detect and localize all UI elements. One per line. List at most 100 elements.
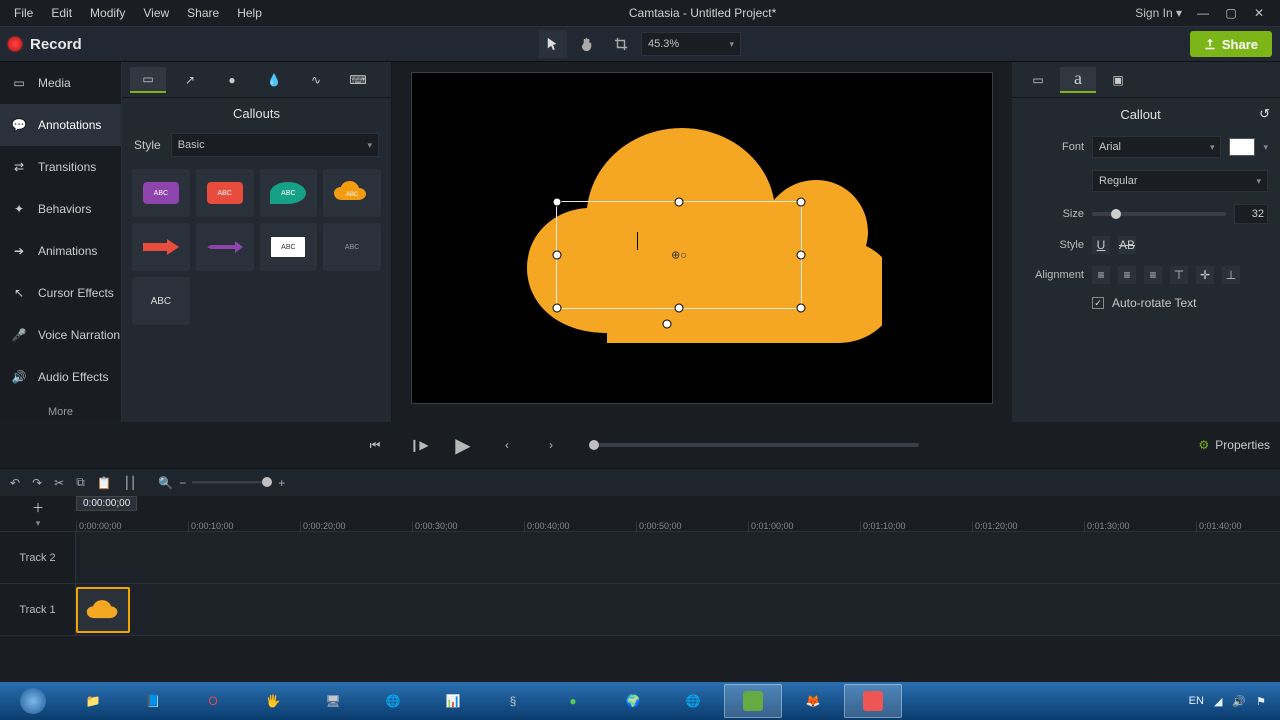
sidebar-item-cursor-effects[interactable]: ↖Cursor Effects [0, 272, 121, 314]
select-tool-icon[interactable] [539, 30, 567, 58]
menu-view[interactable]: View [135, 2, 177, 24]
sidebar-item-annotations[interactable]: 💬Annotations [0, 104, 121, 146]
taskbar-firefox-icon[interactable]: 🦊 [784, 684, 842, 718]
color-dropdown-icon[interactable]: ▾ [1263, 142, 1268, 153]
start-button[interactable] [4, 684, 62, 718]
taskbar-app-4-icon[interactable]: 📊 [424, 684, 482, 718]
taskbar-opera-icon[interactable]: O [184, 684, 242, 718]
shape-tab-icon[interactable]: ● [214, 67, 250, 93]
close-icon[interactable]: ✕ [1252, 6, 1266, 20]
timeline-zoom-slider[interactable] [192, 481, 272, 484]
sign-in-link[interactable]: Sign In ▾ [1135, 6, 1182, 20]
menu-file[interactable]: File [6, 2, 41, 24]
taskbar-app-7-icon[interactable]: 🌍 [604, 684, 662, 718]
size-slider[interactable] [1092, 212, 1226, 216]
align-right-button[interactable]: ≡ [1144, 266, 1162, 284]
track-1-label[interactable]: Track 1 [0, 584, 76, 635]
playback-slider[interactable] [589, 443, 919, 447]
callout-tab-icon[interactable]: ▭ [130, 67, 166, 93]
menu-modify[interactable]: Modify [82, 2, 133, 24]
taskbar-app-2-icon[interactable]: 🖐 [244, 684, 302, 718]
callout-thumb-3[interactable]: ABC [260, 169, 318, 217]
paste-button[interactable]: 📋 [97, 476, 112, 490]
menu-help[interactable]: Help [229, 2, 270, 24]
size-input[interactable] [1234, 204, 1268, 224]
sketch-tab-icon[interactable]: ∿ [298, 67, 334, 93]
reset-icon[interactable]: ↺ [1259, 106, 1270, 122]
tray-sound-icon[interactable]: 🔊 [1232, 695, 1246, 708]
taskbar-explorer-icon[interactable]: 📁 [64, 684, 122, 718]
track-1-lane[interactable] [76, 584, 1280, 635]
sidebar-item-behaviors[interactable]: ✦Behaviors [0, 188, 121, 230]
sidebar-item-media[interactable]: ▭Media [0, 62, 121, 104]
arrow-tab-icon[interactable]: ↗ [172, 67, 208, 93]
sidebar-item-audio-effects[interactable]: 🔊Audio Effects [0, 356, 121, 398]
align-left-button[interactable]: ≡ [1092, 266, 1110, 284]
taskbar-app-5-icon[interactable]: § [484, 684, 542, 718]
zoom-find-icon[interactable]: 🔍 [158, 476, 173, 490]
align-middle-button[interactable]: ✛ [1196, 266, 1214, 284]
next-marker-button[interactable]: › [537, 431, 565, 459]
properties-button[interactable]: ⚙Properties [1199, 438, 1270, 452]
align-center-button[interactable]: ≡ [1118, 266, 1136, 284]
zoom-select[interactable]: 45.3%▾ [641, 32, 741, 56]
keystroke-tab-icon[interactable]: ⌨ [340, 67, 376, 93]
canvas[interactable]: ⊕○ [411, 72, 993, 404]
taskbar-app-6-icon[interactable]: ● [544, 684, 602, 718]
redo-button[interactable]: ↷ [32, 476, 42, 490]
taskbar-app-8-icon[interactable]: 🌐 [664, 684, 722, 718]
callout-thumb-7[interactable]: ABC [260, 223, 318, 271]
prev-marker-button[interactable]: ‹ [493, 431, 521, 459]
copy-button[interactable]: ⧉ [76, 475, 85, 490]
zoom-out-button[interactable]: − [179, 476, 186, 490]
align-top-button[interactable]: ⊤ [1170, 266, 1188, 284]
style-select[interactable]: Basic▾ [171, 133, 379, 157]
pan-tool-icon[interactable] [573, 30, 601, 58]
sidebar-item-transitions[interactable]: ⇄Transitions [0, 146, 121, 188]
callout-thumb-5[interactable] [132, 223, 190, 271]
undo-button[interactable]: ↶ [10, 476, 20, 490]
prev-frame-button[interactable]: ⏮ [361, 431, 389, 459]
taskbar-lang[interactable]: EN [1189, 695, 1204, 707]
font-style-select[interactable]: Regular▾ [1092, 170, 1268, 192]
callout-thumb-1[interactable]: ABC [132, 169, 190, 217]
callout-thumb-8[interactable]: ABC [323, 223, 381, 271]
play-button[interactable]: ▶ [449, 431, 477, 459]
time-ruler[interactable]: 0:00:00;000:00:10;000:00:20;000:00:30;00… [76, 496, 1280, 531]
sidebar-item-animations[interactable]: ➔Animations [0, 230, 121, 272]
maximize-icon[interactable]: ▢ [1224, 6, 1238, 20]
minimize-icon[interactable]: — [1196, 6, 1210, 20]
callout-thumb-4[interactable]: ABC [323, 169, 381, 217]
taskbar-app-3-icon[interactable]: 🖥 [304, 684, 362, 718]
taskbar-app-1-icon[interactable]: 📘 [124, 684, 182, 718]
track-2-lane[interactable] [76, 532, 1280, 583]
align-bottom-button[interactable]: ⊥ [1222, 266, 1240, 284]
callout-thumb-6[interactable] [196, 223, 254, 271]
add-track-button[interactable]: ＋ [32, 499, 44, 516]
font-select[interactable]: Arial▾ [1092, 136, 1221, 158]
callout-thumb-9[interactable]: ABC [132, 277, 190, 325]
menu-edit[interactable]: Edit [43, 2, 80, 24]
taskbar-camtasia-icon[interactable] [724, 684, 782, 718]
underline-button[interactable]: U [1092, 236, 1110, 254]
zoom-in-button[interactable]: + [278, 476, 285, 490]
tray-flag-icon[interactable]: ⚑ [1256, 695, 1266, 708]
crop-tool-icon[interactable] [607, 30, 635, 58]
callout-props-tab-icon[interactable]: ▣ [1100, 67, 1136, 93]
auto-rotate-checkbox[interactable]: ✓ [1092, 297, 1104, 309]
step-back-button[interactable]: ❙▶ [405, 431, 433, 459]
visual-props-tab-icon[interactable]: ▭ [1020, 67, 1056, 93]
timeline-clip[interactable] [76, 587, 130, 633]
font-color-swatch[interactable] [1229, 138, 1255, 156]
collapse-track-button[interactable]: ▾ [36, 518, 41, 529]
cloud-callout[interactable] [512, 113, 882, 363]
blur-tab-icon[interactable]: 💧 [256, 67, 292, 93]
share-button[interactable]: Share [1190, 31, 1272, 57]
taskbar-chrome-icon[interactable]: 🌐 [364, 684, 422, 718]
cut-button[interactable]: ✂ [54, 476, 64, 490]
sidebar-item-voice-narration[interactable]: 🎤Voice Narration [0, 314, 121, 356]
strike-button[interactable]: AB [1118, 236, 1136, 254]
track-2-label[interactable]: Track 2 [0, 532, 76, 583]
record-button[interactable]: Record [8, 36, 82, 53]
split-button[interactable]: ⎮⎮ [124, 476, 137, 490]
